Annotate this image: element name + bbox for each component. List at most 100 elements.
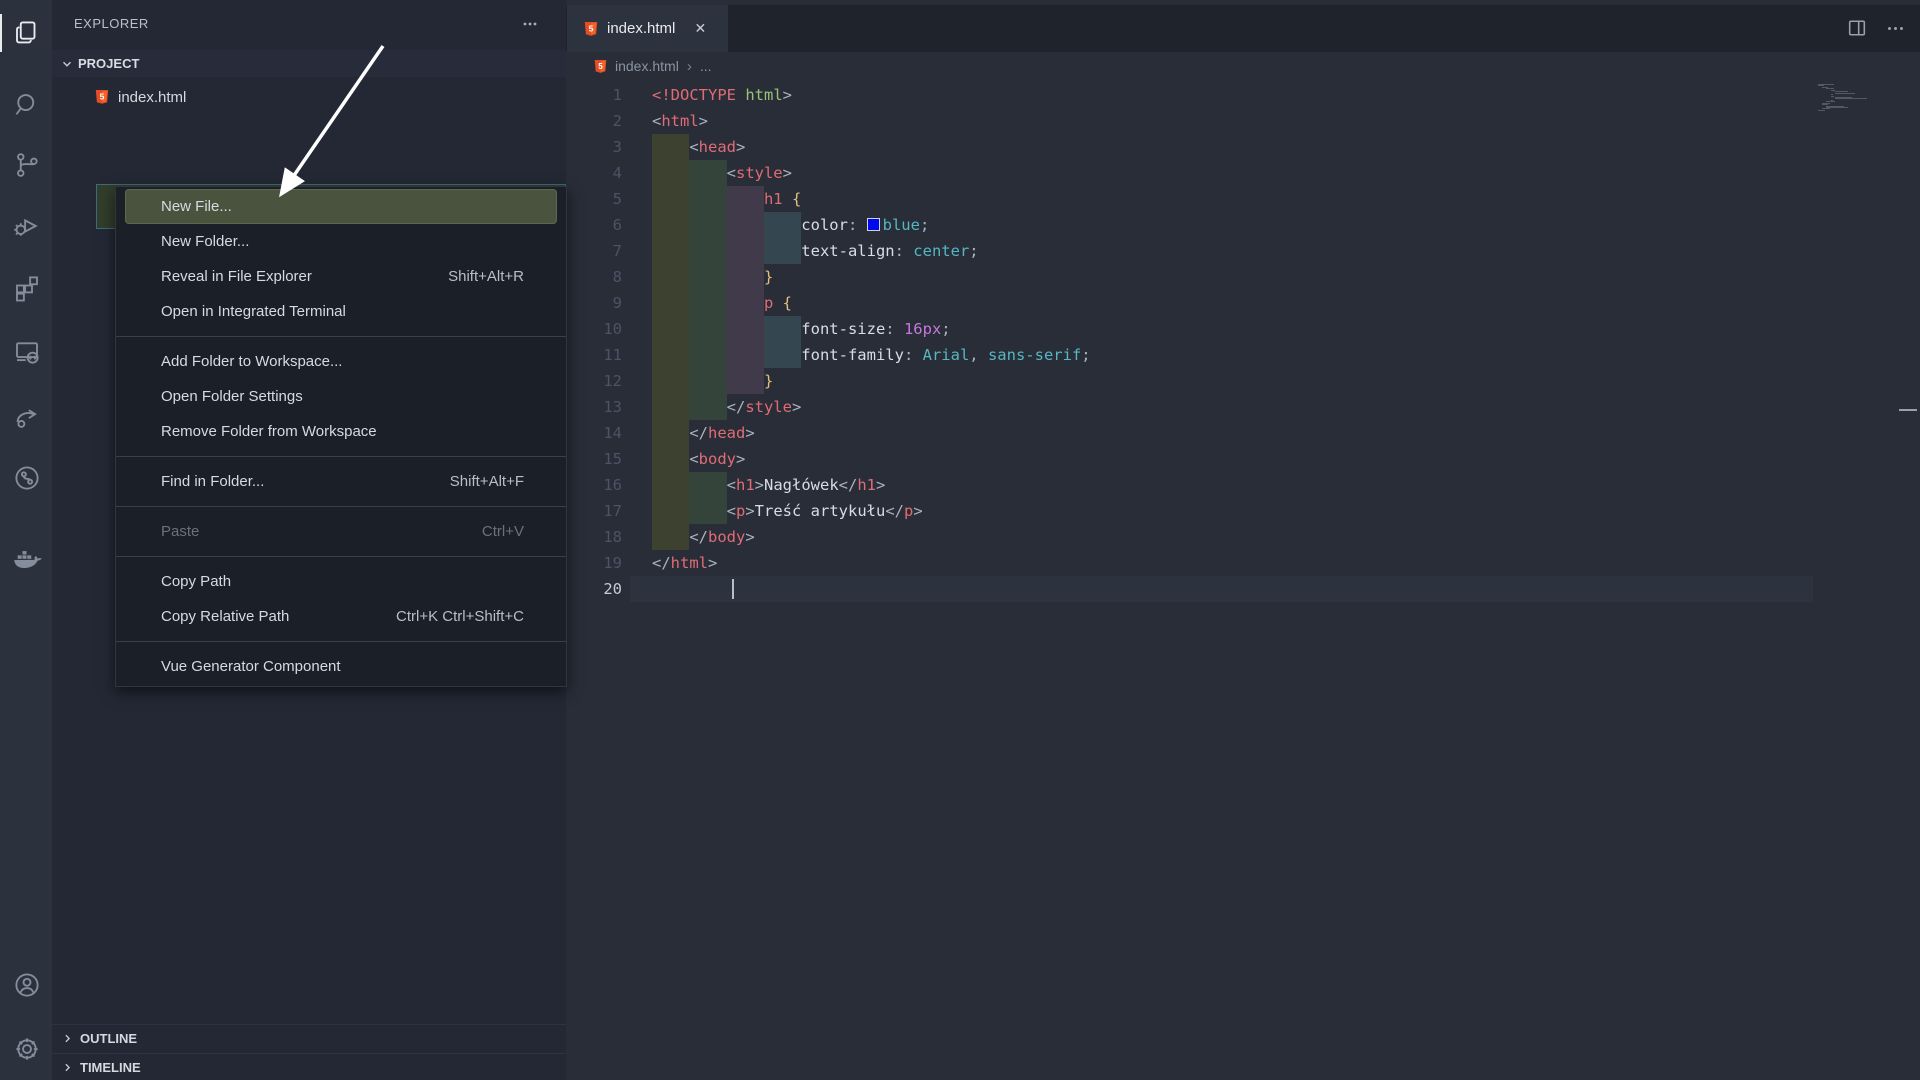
menu-item-remove-folder-from-workspace[interactable]: Remove Folder from Workspace [125, 414, 557, 449]
editor-area: 5 index.html ✕ 5 index.html › ... 1 <!DOC… [566, 0, 1920, 1080]
line-number: 1 [612, 86, 622, 104]
activity-bar [0, 0, 52, 1080]
menu-item-shortcut: Shift+Alt+F [449, 473, 524, 490]
menu-separator [116, 456, 566, 457]
menu-item-vue-generator-component[interactable]: Vue Generator Component [125, 649, 557, 684]
line-number: 3 [612, 138, 622, 156]
explorer-icon[interactable] [8, 14, 46, 52]
menu-item-reveal-in-file-explorer[interactable]: Reveal in File Explorer Shift+Alt+R [125, 259, 557, 294]
line-number: 14 [603, 424, 622, 442]
code-line-8[interactable]: 8} [566, 264, 1920, 290]
line-number: 19 [603, 554, 622, 572]
breadcrumb-more[interactable]: ... [700, 58, 712, 74]
explorer-more-actions-icon[interactable] [520, 14, 540, 34]
sidebar-section-outline[interactable]: OUTLINE [52, 1024, 566, 1052]
code-line-17[interactable]: 17 <p>Treść artykułu</p> [566, 498, 1920, 524]
code-line-18[interactable]: 18 </body> [566, 524, 1920, 550]
sidebar-item-index-html[interactable]: 5 index.html [52, 83, 566, 111]
run-debug-icon[interactable] [8, 207, 46, 245]
menu-item-shortcut: Ctrl+K Ctrl+Shift+C [396, 608, 524, 625]
menu-item-open-in-integrated-terminal[interactable]: Open in Integrated Terminal [125, 294, 557, 329]
menu-item-add-folder-to-workspace[interactable]: Add Folder to Workspace... [125, 344, 557, 379]
code-line-15[interactable]: 15 <body> [566, 446, 1920, 472]
chevron-right-icon [65, 1063, 71, 1072]
docker-icon[interactable] [8, 541, 46, 579]
code-line-14[interactable]: 14 </head> [566, 420, 1920, 446]
menu-item-copy-path[interactable]: Copy Path [125, 564, 557, 599]
code-line-4[interactable]: 4 <style> [566, 160, 1920, 186]
code-line-9[interactable]: 9p { [566, 290, 1920, 316]
menu-item-paste: Paste Ctrl+V [125, 514, 557, 549]
menu-item-label: Remove Folder from Workspace [161, 423, 377, 440]
extensions-icon[interactable] [8, 269, 46, 307]
project-folder-label: PROJECT [78, 56, 140, 71]
menu-item-new-folder[interactable]: New Folder... [125, 224, 557, 259]
code-line-12[interactable]: 12} [566, 368, 1920, 394]
context-menu: New File... New Folder... Reveal in File E… [115, 186, 567, 687]
source-control-icon[interactable] [8, 146, 46, 184]
html5-file-icon: 5 [584, 21, 598, 36]
menu-item-find-in-folder[interactable]: Find in Folder... Shift+Alt+F [125, 464, 557, 499]
code-line-1[interactable]: 1 <!DOCTYPE html> [566, 82, 1920, 108]
git-graph-icon[interactable] [8, 459, 46, 497]
code-line-2[interactable]: 2 <html> [566, 108, 1920, 134]
more-actions-icon[interactable] [1884, 17, 1906, 39]
settings-gear-icon[interactable] [8, 1030, 46, 1068]
menu-item-label: Reveal in File Explorer [161, 268, 312, 285]
line-number: 20 [603, 580, 622, 598]
explorer-header: EXPLORER [52, 0, 566, 46]
menu-separator [116, 556, 566, 557]
sidebar-section-timeline[interactable]: TIMELINE [52, 1053, 566, 1080]
line-number: 11 [603, 346, 622, 364]
breadcrumb-file[interactable]: index.html [615, 58, 679, 74]
chevron-right-icon: › [686, 57, 692, 75]
minimap[interactable] [1818, 84, 1878, 113]
split-editor-icon[interactable] [1846, 17, 1868, 39]
chevron-right-icon [65, 1034, 71, 1043]
explorer-title: EXPLORER [74, 15, 149, 31]
menu-item-new-file[interactable]: New File... [125, 189, 557, 224]
search-icon[interactable] [8, 86, 46, 124]
line-number: 17 [603, 502, 622, 520]
breadcrumb: 5 index.html › ... [566, 52, 1920, 80]
html5-file-icon: 5 [95, 90, 109, 104]
menu-item-copy-relative-path[interactable]: Copy Relative Path Ctrl+K Ctrl+Shift+C [125, 599, 557, 634]
account-icon[interactable] [8, 966, 46, 1004]
minimap-line [1834, 98, 1868, 100]
line-number: 7 [612, 242, 622, 260]
line-number: 18 [603, 528, 622, 546]
code-line-7[interactable]: 7 text-align: center; [566, 238, 1920, 264]
line-number: 8 [612, 268, 622, 286]
code-line-5[interactable]: 5 h1 { [566, 186, 1920, 212]
live-share-icon[interactable] [8, 398, 46, 436]
code-line-11[interactable]: 11 font-family: Arial, sans-serif; [566, 342, 1920, 368]
css-color-swatch[interactable] [866, 218, 880, 231]
menu-item-shortcut: Ctrl+V [481, 523, 524, 540]
code-line-19[interactable]: 19 </html> [566, 550, 1920, 576]
close-tab-icon[interactable]: ✕ [689, 18, 711, 40]
code-line-10[interactable]: 10 font-size: 16px; [566, 316, 1920, 342]
svg-text:5: 5 [589, 23, 594, 33]
code-line-3[interactable]: 3 <head> [566, 134, 1920, 160]
menu-separator [116, 641, 566, 642]
code-line-6[interactable]: 6 color: blue; [566, 212, 1920, 238]
text-cursor [732, 579, 734, 599]
code-line-16[interactable]: 16 <h1>Nagłówek</h1> [566, 472, 1920, 498]
tab-bar: 5 index.html ✕ [566, 0, 1920, 52]
sidebar-item-project[interactable]: PROJECT [52, 50, 566, 77]
line-number: 6 [612, 216, 622, 234]
tab-index-html[interactable]: 5 index.html ✕ [567, 5, 728, 52]
menu-item-label: Vue Generator Component [161, 658, 341, 675]
line-number: 4 [612, 164, 622, 182]
menu-item-open-folder-settings[interactable]: Open Folder Settings [125, 379, 557, 414]
code-line-20[interactable]: 20 [566, 576, 1920, 602]
menu-separator [116, 336, 566, 337]
line-number: 2 [612, 112, 622, 130]
scrollbar-thumb[interactable] [1899, 409, 1917, 411]
menu-item-label: New Folder... [161, 233, 250, 250]
menu-item-label: Copy Relative Path [161, 608, 290, 625]
remote-explorer-icon[interactable] [8, 333, 46, 371]
vscode-window: EXPLORER PROJECT 5 index.html OUTLINE TI… [0, 0, 1920, 1080]
code-line-13[interactable]: 13 </style> [566, 394, 1920, 420]
minimap-line [1818, 109, 1826, 111]
